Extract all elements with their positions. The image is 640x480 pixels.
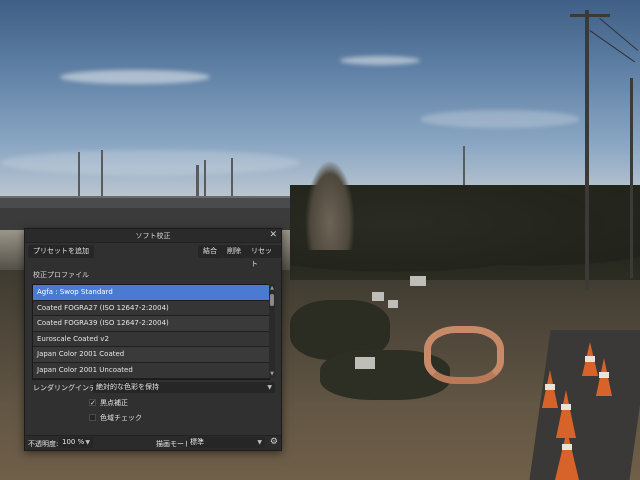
- chevron-down-icon: ▼: [85, 439, 90, 446]
- add-preset-button[interactable]: プリセットを追加: [28, 245, 94, 258]
- list-item[interactable]: Japan Color 2001 Uncoated: [33, 362, 269, 379]
- concrete-block: [410, 276, 426, 286]
- close-icon[interactable]: ✕: [269, 230, 277, 240]
- list-item[interactable]: Coated FOGRA39 (ISO 12647-2:2004): [33, 316, 269, 332]
- dialog-titlebar[interactable]: ソフト校正 ✕: [25, 229, 281, 243]
- list-item[interactable]: Japan Color 2001 Coated: [33, 347, 269, 363]
- chevron-up-icon[interactable]: ▲: [269, 285, 275, 291]
- traffic-cone: [596, 358, 612, 396]
- scroll-thumb[interactable]: [270, 294, 274, 306]
- dialog-title: ソフト校正: [135, 232, 171, 240]
- blend-mode-select[interactable]: 標準 ▼: [187, 437, 265, 448]
- street-lamp: [204, 160, 206, 197]
- delete-button[interactable]: 削除: [222, 245, 246, 258]
- blend-mode-value: 標準: [190, 438, 204, 446]
- utility-pole-crossbar: [570, 14, 610, 17]
- concrete-block: [372, 292, 384, 301]
- black-point-checkbox[interactable]: [89, 397, 96, 409]
- proof-profile-label: 校正プロファイル: [33, 271, 89, 279]
- opacity-label: 不透明度:: [28, 440, 59, 448]
- gamut-check-label: 色域チェック: [100, 414, 142, 422]
- antenna-tower: [196, 165, 199, 197]
- opacity-select[interactable]: 100 % ▼: [59, 437, 93, 448]
- power-line: [589, 30, 636, 63]
- preset-toolbar: プリセットを追加 結合 削除 リセット: [25, 245, 281, 268]
- black-point-label: 黒点補正: [100, 399, 128, 407]
- gear-icon[interactable]: ⚙: [270, 437, 278, 447]
- list-item[interactable]: Coated FOGRA27 (ISO 12647-2:2004): [33, 300, 269, 317]
- gamut-check-checkbox[interactable]: [89, 414, 96, 421]
- rendering-intent-row: レンダリングインテント: 絶対的な色彩を保持 ▼: [33, 382, 275, 394]
- utility-pole: [585, 10, 589, 290]
- cloud: [60, 70, 210, 84]
- street-lamp: [101, 150, 103, 197]
- street-lamp: [78, 152, 80, 197]
- traffic-cone: [555, 430, 579, 480]
- merge-button[interactable]: 結合: [198, 245, 222, 258]
- dialog-footer: 不透明度: 100 % ▼ 描画モード: 標準 ▼ ⚙: [25, 435, 281, 450]
- rendering-intent-value: 絶対的な色彩を保持: [96, 383, 159, 391]
- chevron-down-icon[interactable]: ▼: [269, 371, 275, 377]
- sculpture: [305, 160, 355, 250]
- concrete-block: [388, 300, 398, 308]
- opacity-value: 100 %: [62, 438, 85, 446]
- bridge-shadow: [0, 208, 320, 230]
- rendering-intent-select[interactable]: 絶対的な色彩を保持 ▼: [93, 382, 275, 393]
- concrete-block: [355, 357, 375, 369]
- reset-button[interactable]: リセット: [246, 245, 281, 268]
- cloud: [340, 56, 420, 65]
- list-item[interactable]: Euroscale Coated v2: [33, 331, 269, 348]
- list-item[interactable]: Agfa : Swop Standard: [33, 285, 269, 301]
- chevron-down-icon: ▼: [267, 384, 272, 391]
- utility-pole: [630, 78, 633, 278]
- drain-pipe: [424, 326, 504, 384]
- street-lamp: [231, 158, 233, 197]
- soft-proof-dialog: ソフト校正 ✕ プリセットを追加 結合 削除 リセット 校正プロファイル Agf…: [24, 228, 282, 451]
- cloud: [420, 110, 580, 128]
- power-line: [599, 18, 639, 51]
- chevron-down-icon: ▼: [257, 439, 262, 446]
- cloud: [0, 150, 300, 175]
- profile-list-scrollbar[interactable]: ▲ ▼: [269, 284, 275, 378]
- antenna-tower: [463, 146, 465, 190]
- proof-profile-list[interactable]: Agfa : Swop Standard Coated FOGRA27 (ISO…: [32, 284, 270, 380]
